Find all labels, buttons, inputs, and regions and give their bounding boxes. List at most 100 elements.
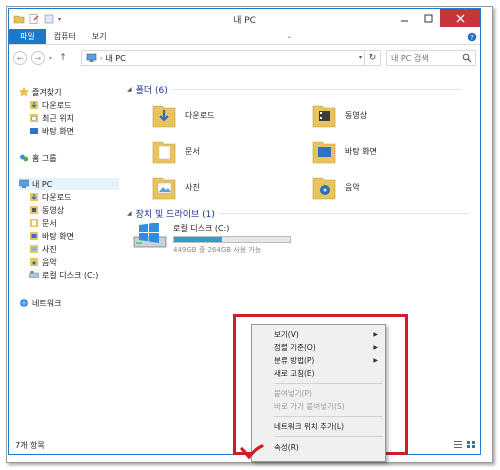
menu-item-group-by[interactable]: 분류 방법(P) ▶ (252, 354, 385, 367)
close-button[interactable] (440, 9, 480, 27)
search-placeholder: 내 PC 검색 (391, 53, 429, 63)
downloads-folder-icon (30, 101, 38, 109)
folder-item-downloads-label: 다운로드 (185, 110, 215, 120)
svg-text:?: ? (470, 33, 473, 41)
nav-pc-downloads[interactable]: 다운로드 (29, 191, 71, 203)
nav-pc-documents[interactable]: 문서 (29, 217, 57, 229)
folder-item-pictures[interactable]: 사진 (151, 173, 200, 201)
back-arrow-icon: ← (16, 53, 24, 63)
collapse-triangle-icon[interactable]: ◢ (127, 86, 132, 93)
menu-separator (274, 436, 383, 437)
close-icon (456, 14, 464, 22)
group-divider (171, 89, 462, 90)
menu-item-properties[interactable]: 속성(R) (252, 441, 385, 454)
ribbon-tabs: 파일 컴퓨터 보기 ⌄ ? (9, 29, 480, 45)
group-header-folders-label: 폴더 (6) (135, 86, 168, 96)
address-dropdown-icon[interactable]: ▾ (359, 54, 362, 61)
menu-item-view[interactable]: 보기(V) ▶ (252, 328, 385, 341)
drive-usage-fill (174, 237, 222, 242)
folder-item-desktop[interactable]: 바탕 화면 (311, 137, 377, 165)
breadcrumb-this-pc[interactable]: 내 PC (105, 53, 125, 64)
folder-item-videos[interactable]: 동영상 (311, 101, 367, 129)
menu-item-refresh[interactable]: 새로 고침(E) (252, 367, 385, 380)
collapse-triangle-icon[interactable]: ◢ (127, 210, 132, 217)
up-button[interactable]: ↑ (57, 53, 69, 63)
tab-file[interactable]: 파일 (9, 29, 46, 44)
menu-item-view-label: 보기(V) (274, 330, 299, 339)
expand-ribbon-chevron-icon[interactable]: ⌄ (287, 33, 292, 40)
group-header-folders[interactable]: ◢ 폴더 (6) (127, 83, 462, 96)
nav-network-label: 네트워크 (32, 298, 62, 308)
recent-locations-button[interactable]: ▾ (46, 51, 55, 65)
desktop-icon (30, 128, 38, 134)
nav-this-pc[interactable]: 내 PC (19, 178, 119, 190)
nav-favorites-desktop[interactable]: 바탕 화면 (29, 125, 74, 137)
menu-item-group-by-label: 분류 방법(P) (274, 356, 315, 365)
videos-folder-icon (30, 206, 38, 214)
context-menu: 보기(V) ▶ 정렬 기준(O) ▶ 분류 방법(P) ▶ 새로 고침(E) 붙… (251, 324, 386, 462)
music-folder-icon (30, 258, 38, 266)
pictures-folder-icon (152, 177, 176, 200)
nav-pc-music-label: 음악 (42, 257, 57, 267)
menu-item-paste-label: 붙여넣기(P) (274, 389, 312, 398)
downloads-folder-icon (152, 105, 176, 128)
folder-item-pictures-label: 사진 (185, 182, 200, 192)
title-bar: ▾ 내 PC (9, 9, 480, 29)
nav-homegroup[interactable]: 홈 그룹 (19, 152, 57, 164)
folder-item-music-label: 음악 (345, 182, 360, 192)
homegroup-icon (20, 154, 29, 162)
nav-pc-downloads-label: 다운로드 (42, 192, 72, 202)
drive-name: 로컬 디스크 (C:) (173, 224, 230, 233)
nav-pc-videos-label: 동영상 (42, 205, 65, 215)
pictures-folder-icon (30, 245, 38, 253)
search-icon (462, 53, 472, 63)
nav-pc-pictures[interactable]: 사진 (29, 243, 57, 255)
folder-item-documents[interactable]: 문서 (151, 137, 200, 165)
menu-item-sort-by[interactable]: 정렬 기준(O) ▶ (252, 341, 385, 354)
desktop-folder-icon (30, 232, 38, 240)
folder-item-downloads[interactable]: 다운로드 (151, 101, 214, 129)
drive-usage-bar (173, 236, 291, 243)
music-folder-icon (312, 177, 336, 200)
menu-separator (274, 383, 383, 384)
minimize-button[interactable] (392, 9, 416, 27)
search-input[interactable]: 내 PC 검색 (386, 50, 476, 66)
folder-item-music[interactable]: 음악 (311, 173, 360, 201)
refresh-button[interactable]: ↻ (364, 51, 380, 65)
nav-pc-desktop-label: 바탕 화면 (42, 231, 74, 241)
nav-pc-local-disk[interactable]: 로컬 디스크 (C:) (29, 269, 98, 281)
drive-item-local-disk[interactable]: 로컬 디스크 (C:) 449GB 중 264GB 사용 가능 (133, 223, 291, 255)
nav-pc-videos[interactable]: 동영상 (29, 204, 64, 216)
minimize-icon (400, 20, 408, 21)
folder-item-documents-label: 문서 (185, 146, 200, 156)
help-button[interactable]: ? (464, 29, 480, 44)
nav-network[interactable]: 네트워크 (19, 297, 61, 309)
nav-pc-music[interactable]: 음악 (29, 256, 57, 268)
details-view-icon[interactable] (453, 440, 463, 449)
nav-favorites-recent[interactable]: 최근 위치 (29, 112, 74, 124)
menu-item-paste[interactable]: 붙여넣기(P) (252, 387, 385, 400)
folder-item-videos-label: 동영상 (345, 110, 368, 120)
folder-item-desktop-label: 바탕 화면 (345, 146, 377, 156)
group-header-drives[interactable]: ◢ 장치 및 드라이브 (1) (127, 207, 469, 220)
maximize-button[interactable] (416, 9, 440, 27)
desktop-folder-icon (312, 141, 336, 164)
nav-pc-desktop[interactable]: 바탕 화면 (29, 230, 74, 242)
large-icons-view-icon[interactable] (466, 440, 476, 449)
help-icon: ? (467, 32, 477, 41)
network-icon (20, 299, 28, 307)
ribbon-controls: ⌄ (281, 29, 297, 44)
tab-computer[interactable]: 컴퓨터 (46, 29, 84, 44)
nav-favorites-recent-label: 최근 위치 (42, 113, 74, 123)
forward-button[interactable]: → (31, 51, 45, 65)
menu-item-add-network-location[interactable]: 네트워크 위치 추가(L) (252, 420, 385, 433)
nav-favorites-downloads[interactable]: 다운로드 (29, 99, 71, 111)
checkmark-icon (240, 444, 264, 460)
menu-item-paste-shortcut[interactable]: 바로 가기 붙여넣기(S) (252, 400, 385, 413)
nav-favorites[interactable]: 즐겨찾기 (19, 86, 61, 98)
back-button[interactable]: ← (13, 51, 27, 65)
address-bar[interactable]: › 내 PC ▾ ↻ (81, 50, 381, 66)
tab-view[interactable]: 보기 (84, 29, 115, 44)
recent-places-icon (30, 114, 38, 122)
menu-item-paste-shortcut-label: 바로 가기 붙여넣기(S) (274, 402, 345, 411)
